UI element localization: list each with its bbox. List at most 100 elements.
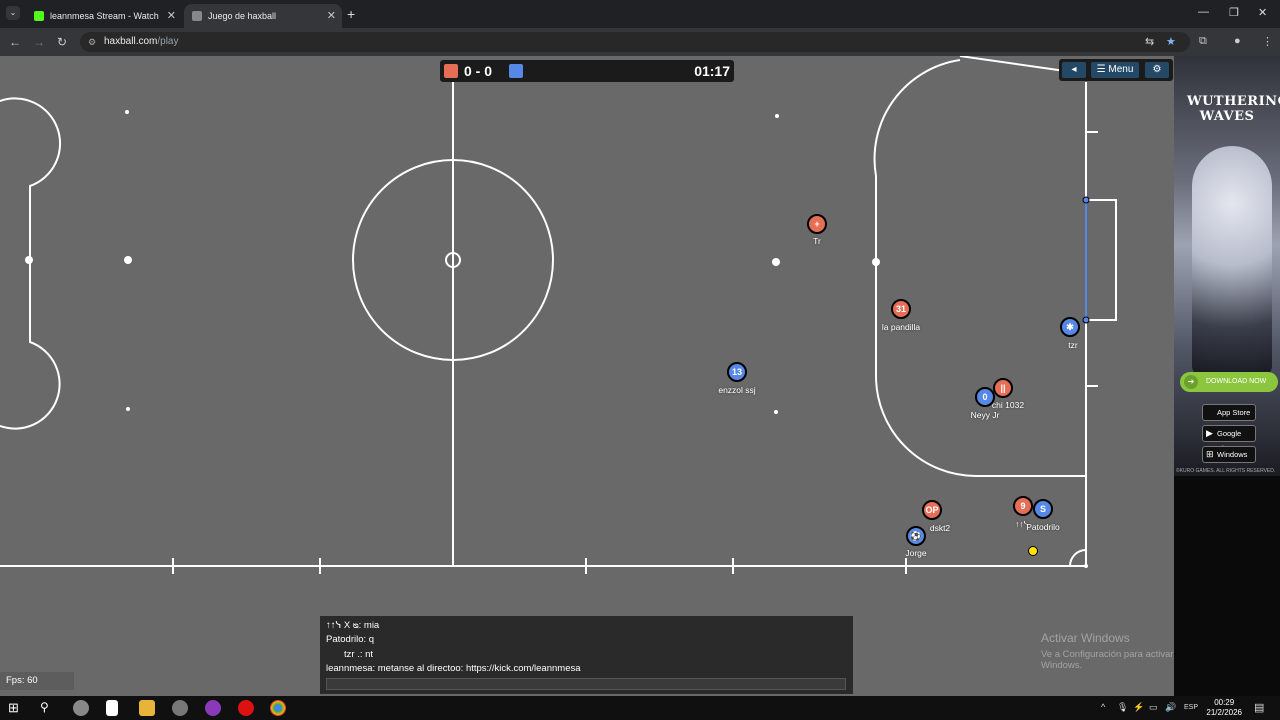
- red-team-icon: [444, 64, 458, 78]
- translate-icon[interactable]: ⇆: [1145, 35, 1154, 48]
- app-icon[interactable]: [205, 700, 221, 716]
- close-tab-icon[interactable]: ✕: [167, 9, 176, 22]
- player-disc: ⚽: [906, 526, 926, 546]
- player-disc: S: [1033, 499, 1053, 519]
- forward-icon[interactable]: →: [33, 35, 45, 49]
- tab-title: leannmesa Stream - Watch Live: [50, 11, 160, 21]
- extensions-icon[interactable]: ⧉: [1199, 35, 1207, 48]
- site-info-icon[interactable]: ⚙: [88, 32, 96, 52]
- player-avatar: S: [1039, 504, 1046, 514]
- advertisement-panel[interactable]: WUTHERING WAVES ➔ DOWNLOAD NOW App Store…: [1174, 56, 1280, 696]
- menu-label: Menu: [1108, 64, 1134, 75]
- search-icon[interactable]: ⚲: [40, 700, 56, 716]
- restore-icon[interactable]: ❐: [1229, 6, 1239, 19]
- match-timer: 01:17: [694, 63, 730, 79]
- google-play-button[interactable]: ▶Google Play: [1202, 425, 1256, 453]
- player-disc: ✱: [1060, 317, 1080, 337]
- clock[interactable]: 00:29 21/2/2026: [1206, 698, 1242, 718]
- reload-icon[interactable]: ↻: [57, 35, 67, 49]
- player-name: chi 1032: [991, 400, 1025, 410]
- download-label: DOWNLOAD NOW: [1206, 378, 1267, 385]
- score: 0 - 0: [464, 63, 493, 79]
- player-avatar: +: [814, 219, 820, 229]
- player-name: tzr: [1068, 340, 1078, 350]
- app-store-button[interactable]: App Store: [1202, 404, 1256, 421]
- player-disc: ||: [993, 378, 1013, 398]
- chat-message: Patodrilo: q: [326, 634, 375, 645]
- close-tab-icon[interactable]: ✕: [327, 9, 336, 22]
- player-avatar: ||: [1000, 383, 1006, 393]
- new-tab-icon[interactable]: +: [347, 6, 355, 22]
- arrow-right-icon: ➔: [1184, 375, 1198, 389]
- minimize-icon[interactable]: —: [1198, 6, 1209, 18]
- player-disc: 9: [1013, 496, 1033, 516]
- kick-favicon-icon: [34, 11, 44, 21]
- url-path: /play: [157, 36, 179, 47]
- network-icon[interactable]: ⚡: [1133, 702, 1144, 713]
- display-icon[interactable]: ▭: [1149, 702, 1158, 713]
- tab-search-button[interactable]: ⌄: [6, 6, 20, 20]
- url-field[interactable]: ⚙ haxball.com/play: [80, 32, 1190, 52]
- clock-time: 00:29: [1214, 698, 1235, 707]
- player-disc: 0: [975, 387, 995, 407]
- player-name: Neyy Jr: [970, 410, 1000, 420]
- player-avatar: OP: [925, 505, 939, 515]
- app-icon[interactable]: [73, 700, 89, 716]
- ball: [1028, 546, 1038, 556]
- back-icon[interactable]: ←: [9, 35, 21, 49]
- activate-subtitle: Ve a Configuración para activar Windows.: [1041, 649, 1174, 671]
- more-menu-icon[interactable]: ⋮: [1262, 35, 1273, 48]
- language-indicator[interactable]: ESP: [1184, 704, 1198, 711]
- player-name: la pandilla: [881, 322, 921, 332]
- play-icon: ▶: [1206, 428, 1213, 438]
- player-disc: 31: [891, 299, 911, 319]
- windows-icon: ⊞: [1206, 449, 1214, 459]
- address-bar-row: ← → ↻ ⚙ haxball.com/play ⇆ ★ ⧉ ● ⋮: [0, 28, 1280, 56]
- app-icon[interactable]: [172, 700, 188, 716]
- player-avatar: ⚽: [910, 531, 922, 541]
- tab-title: Juego de haxball: [208, 11, 277, 21]
- clock-date: 21/2/2026: [1206, 708, 1242, 717]
- chat-message: tzr .: nt: [344, 649, 374, 660]
- chat-input[interactable]: [326, 678, 846, 690]
- chat-box: ↑↑ᓭ X ᴓ: mia Patodrilo: q tzr .: nt lean…: [320, 616, 853, 694]
- profile-avatar[interactable]: ●: [1234, 35, 1241, 47]
- app-store-label: App Store: [1217, 408, 1251, 417]
- file-explorer-icon[interactable]: [139, 700, 155, 716]
- windows-start-icon[interactable]: ⊞: [8, 700, 24, 716]
- windows-taskbar: ⊞ ⚲ ^ 🎙 ⚡ ▭ 🔊 ESP 00:29 21/2/2026 ▤: [0, 696, 1280, 720]
- notifications-icon[interactable]: ▤: [1254, 701, 1264, 714]
- download-now-button[interactable]: ➔ DOWNLOAD NOW: [1180, 372, 1278, 392]
- windows-label: Windows: [1217, 450, 1248, 459]
- menu-button[interactable]: ☰ Menu: [1091, 62, 1139, 78]
- settings-gear-icon[interactable]: ⚙: [1145, 62, 1169, 78]
- game-menu-bar: ◂ ☰ Menu ⚙: [1059, 59, 1173, 81]
- tab-haxball[interactable]: Juego de haxball ✕: [184, 4, 342, 28]
- app-icon[interactable]: [238, 700, 254, 716]
- player-avatar: 13: [731, 367, 742, 377]
- player-disc: +: [807, 214, 827, 234]
- close-window-icon[interactable]: ✕: [1258, 6, 1267, 19]
- ad-copyright: ©KURO GAMES. ALL RIGHTS RESERVED.: [1176, 468, 1276, 474]
- fps-counter: Fps: 60: [0, 672, 74, 690]
- player-name: dskt2: [929, 523, 951, 533]
- windows-store-button[interactable]: ⊞ Windows: [1202, 446, 1256, 463]
- player-name: Jorge: [905, 548, 927, 558]
- ad-character-image: [1192, 146, 1272, 376]
- sound-icon[interactable]: ◂: [1062, 62, 1086, 78]
- player-name: Patodrilo: [1026, 522, 1060, 532]
- blue-team-icon: [509, 64, 523, 78]
- chat-message: ↑↑ᓭ X ᴓ: mia: [326, 620, 380, 631]
- chrome-icon[interactable]: [270, 700, 286, 716]
- document-icon[interactable]: [106, 700, 118, 716]
- microphone-icon[interactable]: 🎙: [1117, 702, 1128, 713]
- activate-title: Activar Windows: [1041, 631, 1130, 645]
- tab-kick-stream[interactable]: leannmesa Stream - Watch Live ✕: [26, 4, 182, 28]
- player-disc: OP: [922, 500, 942, 520]
- haxball-game-area[interactable]: 0 - 0 01:17 ◂ ☰ Menu ⚙ + Tr 31 la pandil…: [0, 56, 1174, 696]
- scoreboard: 0 - 0 01:17: [440, 60, 734, 82]
- tray-chevron-icon[interactable]: ^: [1101, 702, 1105, 712]
- url-host: haxball.com: [104, 36, 158, 47]
- volume-icon[interactable]: 🔊: [1165, 702, 1176, 713]
- bookmark-star-icon[interactable]: ★: [1166, 35, 1176, 48]
